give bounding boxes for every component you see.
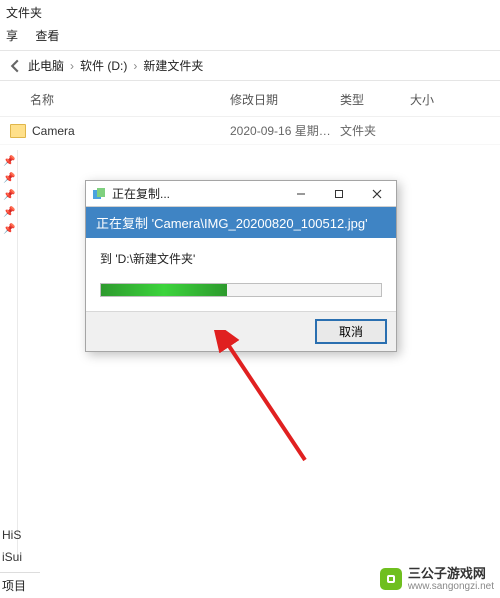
breadcrumb-folder[interactable]: 新建文件夹 bbox=[143, 57, 203, 74]
watermark-logo-icon bbox=[380, 568, 402, 590]
progress-fill bbox=[101, 284, 227, 296]
quickaccess-pins: 📌 📌 📌 📌 📌 bbox=[0, 150, 18, 558]
copy-dialog: 正在复制... 正在复制 'Camera\IMG_20200820_100512… bbox=[85, 180, 397, 352]
quick-item[interactable]: iSui bbox=[0, 546, 40, 568]
nav-back-icon[interactable] bbox=[8, 59, 22, 73]
dialog-title: 正在复制... bbox=[112, 185, 282, 202]
pin-icon: 📌 bbox=[0, 201, 17, 218]
dialog-body: 到 'D:\新建文件夹' bbox=[86, 238, 396, 312]
col-name[interactable]: 名称 bbox=[30, 91, 230, 108]
watermark-url: www.sangongzi.net bbox=[408, 581, 494, 592]
pin-icon: 📌 bbox=[0, 167, 17, 184]
minimize-button[interactable] bbox=[282, 181, 320, 207]
watermark-brand: 三公子游戏网 bbox=[408, 567, 494, 581]
row-date: 2020-09-16 星期… bbox=[230, 122, 340, 139]
col-size[interactable]: 大小 bbox=[410, 91, 470, 108]
close-button[interactable] bbox=[358, 181, 396, 207]
chevron-right-icon: › bbox=[70, 59, 74, 73]
window-title: 文件夹 bbox=[0, 0, 500, 23]
dialog-footer: 取消 bbox=[86, 312, 396, 351]
copy-icon bbox=[92, 187, 106, 201]
status-bar: 项目 bbox=[0, 572, 40, 598]
breadcrumb-drive[interactable]: 软件 (D:) bbox=[80, 57, 127, 74]
chevron-right-icon: › bbox=[133, 59, 137, 73]
list-row[interactable]: Camera 2020-09-16 星期… 文件夹 bbox=[0, 117, 500, 145]
cancel-button[interactable]: 取消 bbox=[316, 320, 386, 343]
menu-view[interactable]: 查看 bbox=[35, 29, 59, 43]
dialog-headline: 正在复制 'Camera\IMG_20200820_100512.jpg' bbox=[86, 207, 396, 238]
progress-bar bbox=[100, 283, 382, 297]
watermark: 三公子游戏网 www.sangongzi.net bbox=[380, 567, 494, 592]
dialog-destination: 到 'D:\新建文件夹' bbox=[100, 250, 382, 267]
col-type[interactable]: 类型 bbox=[340, 91, 410, 108]
list-header: 名称 修改日期 类型 大小 bbox=[0, 81, 500, 117]
pin-icon: 📌 bbox=[0, 184, 17, 201]
pin-icon: 📌 bbox=[0, 150, 17, 167]
breadcrumb-root[interactable]: 此电脑 bbox=[28, 57, 64, 74]
row-type: 文件夹 bbox=[340, 122, 410, 139]
maximize-button[interactable] bbox=[320, 181, 358, 207]
row-name: Camera bbox=[32, 124, 230, 138]
quick-items: HiS iSui bbox=[0, 524, 40, 568]
menubar: 享 查看 bbox=[0, 23, 500, 51]
menu-share[interactable]: 享 bbox=[6, 29, 18, 43]
pin-icon: 📌 bbox=[0, 218, 17, 235]
address-bar[interactable]: 此电脑 › 软件 (D:) › 新建文件夹 bbox=[0, 51, 500, 81]
col-date[interactable]: 修改日期 bbox=[230, 91, 340, 108]
dialog-titlebar[interactable]: 正在复制... bbox=[86, 181, 396, 207]
quick-item[interactable]: HiS bbox=[0, 524, 40, 546]
folder-icon bbox=[10, 124, 26, 138]
